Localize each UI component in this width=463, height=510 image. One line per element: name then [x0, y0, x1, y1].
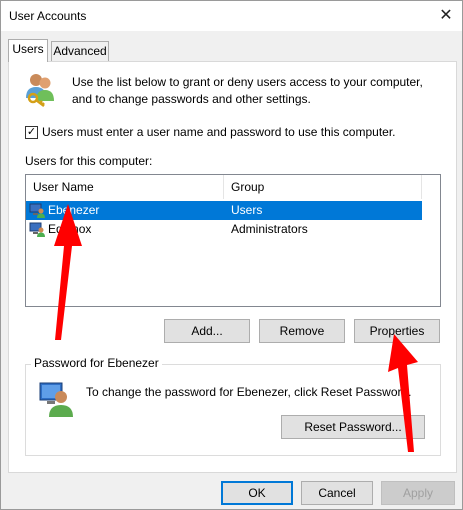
user-accounts-window: User Accounts ✕ Users Advanced Use the l… [0, 0, 463, 510]
require-login-checkbox[interactable]: ✓ [25, 126, 38, 139]
password-groupbox [25, 364, 441, 456]
column-header-user-name[interactable]: User Name [26, 175, 224, 199]
users-listview[interactable]: User Name Group Ebenezer Users Equinox A… [25, 174, 441, 307]
close-icon[interactable]: ✕ [433, 4, 459, 28]
cancel-button[interactable]: Cancel [301, 481, 373, 505]
row-user-name: Ebenezer [48, 203, 100, 217]
apply-button[interactable]: Apply [381, 481, 455, 505]
add-user-button[interactable]: Add... [164, 319, 250, 343]
tab-advanced[interactable]: Advanced [51, 41, 109, 62]
row-user-name: Equinox [48, 222, 92, 236]
table-row[interactable]: Equinox Administrators [26, 220, 422, 239]
description-text: Use the list below to grant or deny user… [72, 75, 423, 106]
users-list-label: Users for this computer: [25, 154, 153, 168]
properties-button[interactable]: Properties [354, 319, 440, 343]
ok-button[interactable]: OK [221, 481, 293, 505]
row-group: Administrators [231, 222, 308, 236]
row-group: Users [231, 203, 263, 217]
users-keys-icon [26, 74, 54, 107]
title-bar: User Accounts ✕ [1, 1, 462, 31]
password-instructions: To change the password for Ebenezer, cli… [86, 385, 412, 399]
user-password-icon [39, 382, 73, 417]
reset-password-button[interactable]: Reset Password... [281, 415, 425, 439]
window-title: User Accounts [9, 9, 87, 23]
user-monitor-icon [29, 222, 45, 237]
column-header-group[interactable]: Group [224, 175, 422, 199]
password-group-title: Password for Ebenezer [31, 356, 162, 370]
user-monitor-icon [29, 203, 45, 218]
require-login-label: Users must enter a user name and passwor… [42, 125, 396, 139]
tab-users[interactable]: Users [8, 39, 48, 62]
remove-user-button[interactable]: Remove [259, 319, 345, 343]
table-row[interactable]: Ebenezer Users [26, 201, 422, 220]
